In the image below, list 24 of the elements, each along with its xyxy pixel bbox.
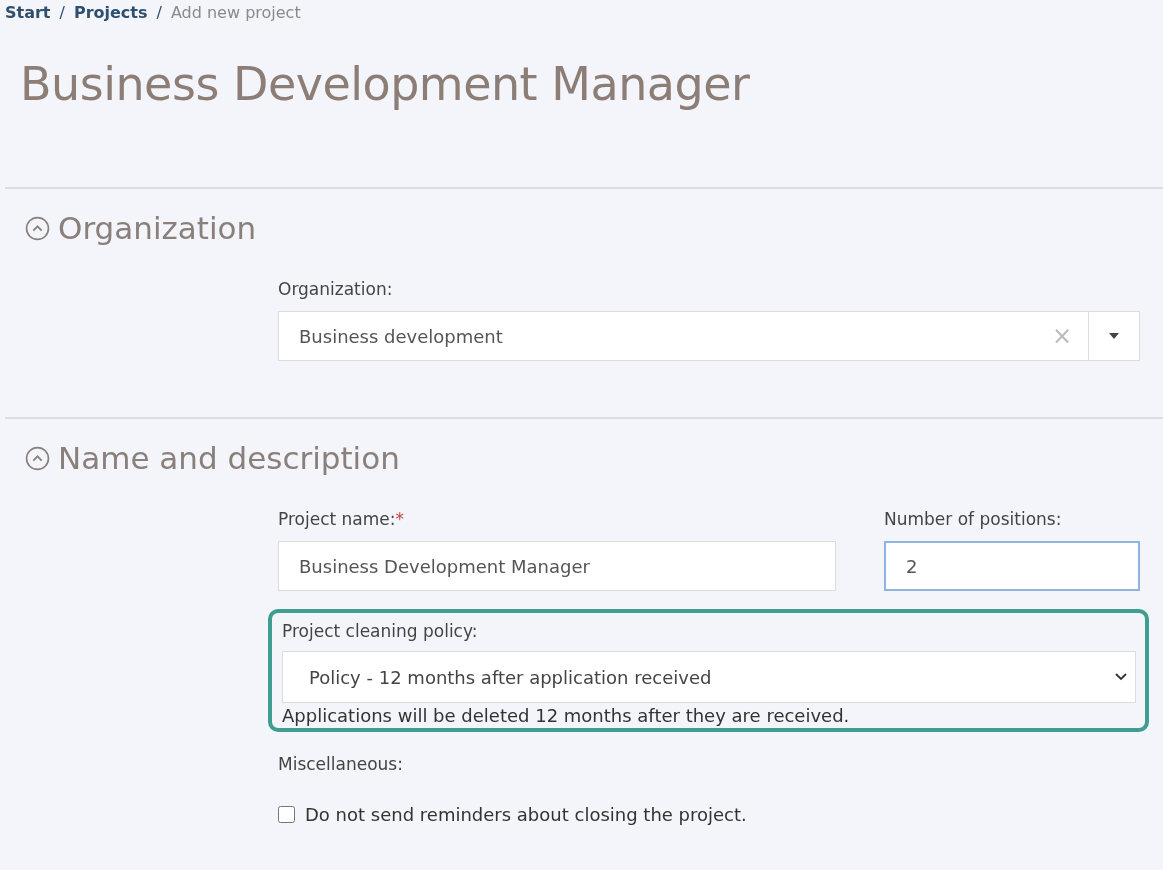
positions-field[interactable]: 2 <box>884 541 1140 591</box>
dropdown-caret-icon[interactable] <box>1108 332 1120 340</box>
cleaning-policy-select[interactable]: Policy - 12 months after application received <box>282 651 1136 703</box>
checkbox[interactable] <box>278 806 295 823</box>
field-label: Project cleaning policy: <box>282 621 479 641</box>
breadcrumb-separator: / <box>59 2 65 22</box>
section-title: Name and description <box>58 440 400 476</box>
breadcrumb-link[interactable]: Projects <box>73 2 148 22</box>
collapse-icon[interactable] <box>25 445 50 471</box>
breadcrumb-current: Add new project <box>170 2 301 22</box>
breadcrumb-separator: / <box>156 2 162 22</box>
chevron-down-icon <box>1115 673 1127 681</box>
field-label: Organization: <box>278 279 394 299</box>
breadcrumb-link[interactable]: Start <box>5 2 51 22</box>
page-title: Business Development Manager <box>20 57 751 113</box>
help-text: Applications will be deleted 12 months after they are received. <box>282 705 851 726</box>
field-label: Project name:* <box>278 509 405 529</box>
organization-select[interactable]: Business development × <box>278 311 1140 361</box>
section-title: Organization <box>58 210 257 246</box>
field-label: Miscellaneous: <box>278 754 404 774</box>
project-name-field[interactable]: Business Development Manager <box>278 541 836 591</box>
checkbox-label[interactable]: Do not send reminders about closing the project. <box>305 804 747 825</box>
collapse-icon[interactable] <box>25 215 50 241</box>
field-label: Number of positions: <box>884 509 1063 529</box>
